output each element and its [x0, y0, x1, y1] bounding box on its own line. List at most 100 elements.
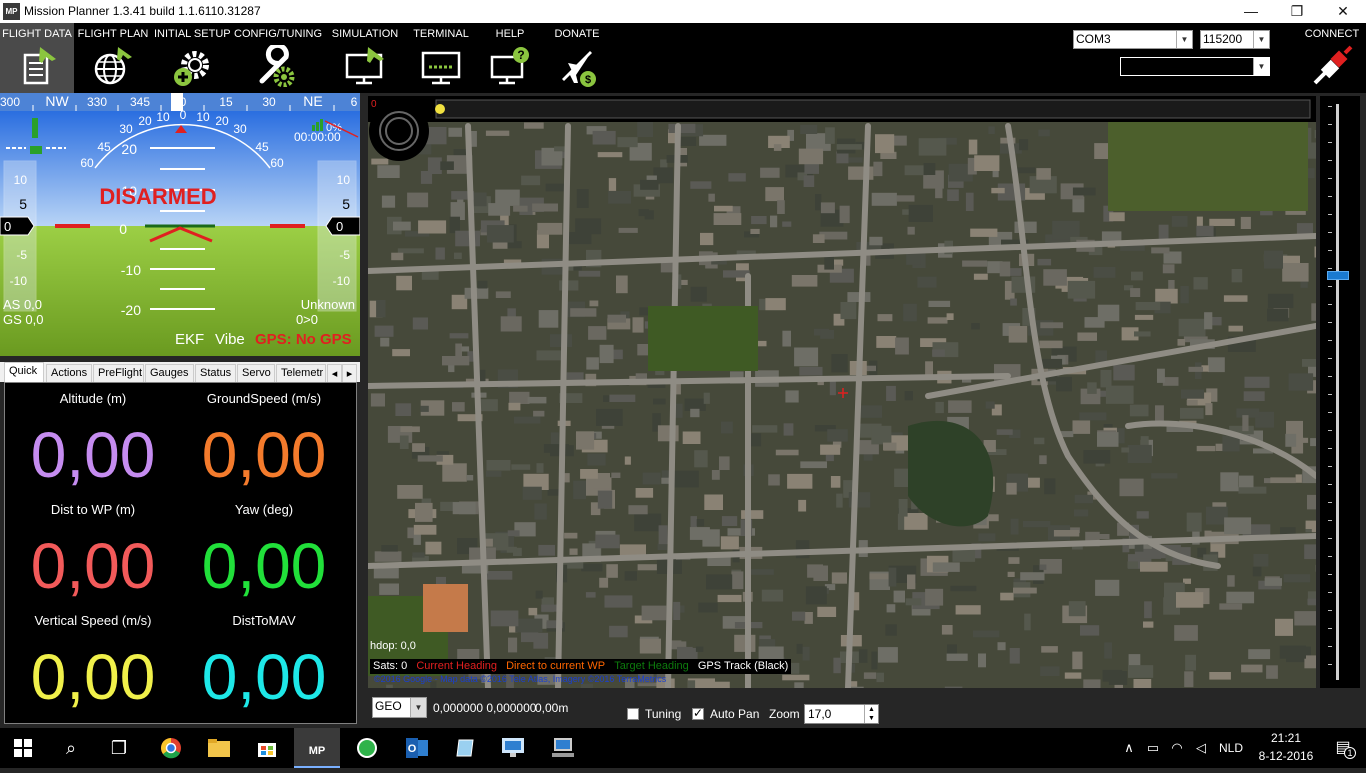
maximize-button[interactable]: ❐ — [1274, 0, 1320, 23]
tab-preflight[interactable]: PreFlight — [93, 364, 144, 382]
auto-pan-checkbox[interactable] — [692, 708, 704, 720]
map-rooftop — [659, 525, 668, 544]
map-rooftop — [1009, 326, 1027, 343]
map-rooftop — [750, 229, 759, 234]
menu-donate[interactable]: DONATE $ — [546, 23, 608, 93]
menu-flight-plan[interactable]: FLIGHT PLAN — [76, 23, 150, 93]
map-rooftop — [1006, 483, 1016, 495]
clock-time[interactable]: 21:21 — [1252, 731, 1320, 745]
connect-button[interactable]: CONNECT — [1298, 23, 1366, 93]
vibe-status[interactable]: Vibe — [215, 331, 245, 348]
zoom-slider-thumb[interactable] — [1327, 271, 1349, 280]
task-view-icon[interactable]: ❐ — [96, 728, 142, 768]
link-select[interactable]: ▼ — [1120, 57, 1270, 76]
terminal-icon — [420, 45, 462, 87]
minimize-button[interactable]: — — [1228, 0, 1274, 23]
chrome-icon[interactable] — [148, 728, 194, 768]
ekf-status[interactable]: EKF — [175, 331, 204, 348]
menu-initial-setup[interactable]: INITIAL SETUP — [154, 23, 230, 93]
stepper-arrows-icon[interactable]: ▲▼ — [864, 705, 878, 723]
map-rooftop — [878, 647, 898, 663]
file-explorer-icon[interactable] — [196, 728, 242, 768]
input-language[interactable]: NLD — [1214, 728, 1248, 768]
search-icon[interactable]: ⌕ — [48, 728, 94, 768]
action-center-icon[interactable]: ▤1 — [1320, 728, 1366, 768]
map-rooftop — [817, 607, 836, 617]
map-rooftop — [450, 217, 460, 233]
map-rooftop — [1302, 359, 1316, 367]
map-rooftop — [895, 338, 909, 355]
quick-value-altitude[interactable]: 0,00 — [8, 423, 178, 487]
tuning-checkbox[interactable] — [627, 708, 639, 720]
tab-scroll-right-icon[interactable]: ▸ — [342, 364, 357, 382]
menu-config-tuning[interactable]: CONFIG/TUNING — [234, 23, 320, 93]
quick-value-dist-to-wp[interactable]: 0,00 — [8, 534, 178, 598]
menu-flight-data[interactable]: FLIGHT DATA — [0, 23, 74, 93]
tab-scroll-left-icon[interactable]: ◂ — [327, 364, 342, 382]
quick-value-vertical-speed[interactable]: 0,00 — [8, 645, 178, 709]
menu-help[interactable]: HELP ? — [478, 23, 542, 93]
notepad-icon[interactable] — [442, 728, 488, 768]
tab-servo[interactable]: Servo — [237, 364, 275, 382]
map-rooftop — [548, 489, 560, 496]
waypoint-readout: 0>0 — [296, 312, 318, 327]
map-rooftop — [455, 231, 480, 247]
map-rooftop — [454, 253, 462, 259]
start-button[interactable] — [0, 728, 46, 768]
tab-status[interactable]: Status — [195, 364, 236, 382]
map-rooftop — [436, 248, 445, 260]
battery-icon[interactable]: ▭ — [1142, 728, 1164, 768]
map-rooftop — [1010, 648, 1020, 664]
map-rooftop — [564, 533, 577, 539]
map-rooftop — [1144, 601, 1152, 618]
quick-value-dist-to-mav[interactable]: 0,00 — [179, 645, 349, 709]
mission-planner-taskbar-icon[interactable]: MP — [294, 728, 340, 768]
map-rooftop — [1241, 217, 1251, 229]
map-rooftop — [600, 345, 614, 363]
outlook-icon[interactable]: O — [394, 728, 440, 768]
map-rooftop — [806, 586, 827, 604]
remote-desktop-icon[interactable] — [490, 728, 536, 768]
com-port-select[interactable]: COM3 ▼ — [1073, 30, 1193, 49]
map-rooftop — [1216, 444, 1224, 451]
tab-telemetry[interactable]: Telemetr — [276, 364, 326, 382]
store-icon[interactable] — [244, 728, 290, 768]
help-monitor-icon: ? — [489, 45, 531, 87]
map-view[interactable]: 0 hdop: 0,0 Sats: 0 Current Heading Dire… — [368, 96, 1316, 688]
hud-display[interactable]: 300 NW 330 345 0 15 30 NE 6 — [0, 93, 360, 356]
quick-value-groundspeed[interactable]: 0,00 — [179, 423, 349, 487]
show-hidden-icons[interactable]: ∧ — [1118, 728, 1140, 768]
network-app-icon[interactable] — [540, 728, 586, 768]
tab-actions[interactable]: Actions — [46, 364, 92, 382]
clock-date[interactable]: 8-12-2016 — [1252, 749, 1320, 763]
map-rooftop — [1040, 666, 1059, 676]
menu-simulation[interactable]: SIMULATION — [326, 23, 404, 93]
map-rooftop — [1226, 592, 1254, 604]
map-rooftop — [973, 631, 999, 638]
map-rooftop — [509, 392, 529, 404]
map-rooftop — [1104, 642, 1112, 658]
map-rooftop — [970, 229, 997, 237]
quick-value-yaw[interactable]: 0,00 — [179, 534, 349, 598]
compass-label: 30 — [262, 95, 276, 109]
close-button[interactable]: ✕ — [1320, 0, 1366, 23]
map-rooftop — [1209, 219, 1235, 226]
map-rooftop — [586, 592, 596, 598]
map-rooftop — [1015, 222, 1037, 233]
map-rooftop — [878, 314, 893, 321]
volume-icon[interactable]: ◁ — [1190, 728, 1212, 768]
map-rooftop — [537, 350, 562, 360]
tab-gauges[interactable]: Gauges — [145, 364, 194, 382]
map-legend: Sats: 0 Current Heading Direct to curren… — [370, 659, 791, 674]
wifi-icon[interactable]: ◠ — [1166, 728, 1188, 768]
menu-terminal[interactable]: TERMINAL — [406, 23, 476, 93]
baud-rate-select[interactable]: 115200 ▼ — [1200, 30, 1270, 49]
tab-quick[interactable]: Quick — [4, 362, 44, 382]
whatsapp-icon[interactable] — [344, 728, 390, 768]
coord-system-select[interactable]: GEO ▼ — [372, 697, 427, 718]
map-rooftop — [625, 571, 637, 580]
map-rooftop — [699, 135, 726, 146]
zoom-stepper[interactable]: 17,0 ▲▼ — [804, 704, 879, 724]
gear-plus-icon — [171, 45, 213, 87]
zoom-slider[interactable] — [1320, 96, 1360, 688]
